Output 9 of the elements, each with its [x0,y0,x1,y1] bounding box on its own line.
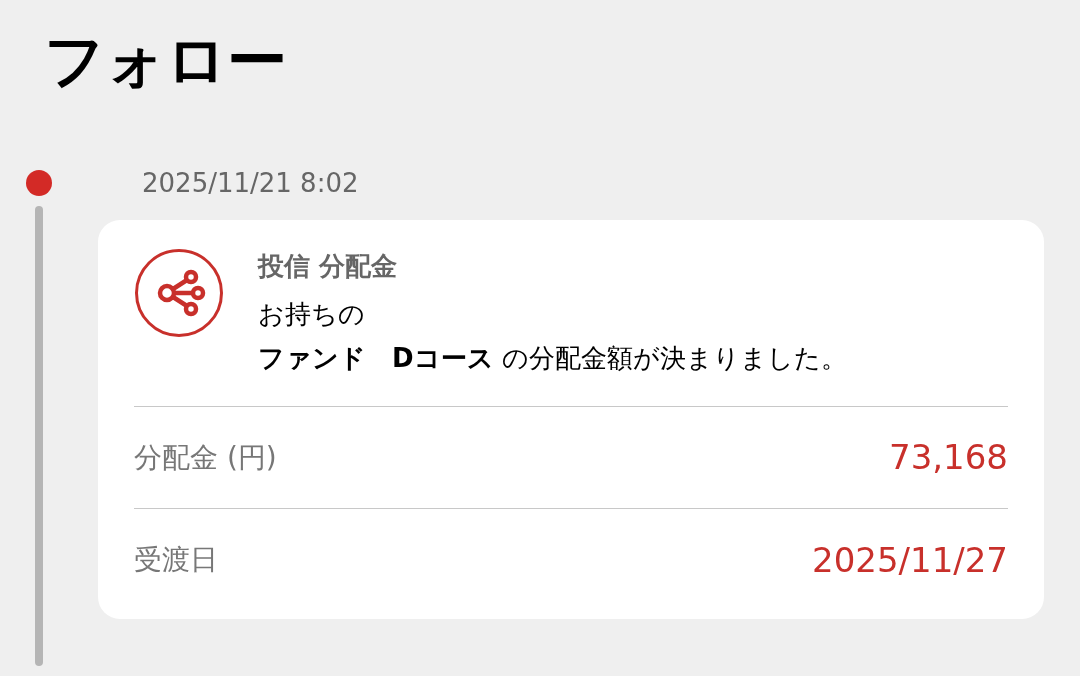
notification-message: お持ちの ファンド Dコース の分配金額が決まりました。 [258,298,847,375]
share-icon [134,248,224,338]
detail-value: 73,168 [889,436,1008,479]
event-time: 2025/11/21 8:02 [142,168,360,198]
detail-label: 受渡日 [134,542,218,578]
notification-category: 投信 分配金 [258,250,399,283]
page-title: フォロー [44,24,288,97]
detail-value: 2025/11/27 [812,538,1008,582]
detail-label: 分配金 (円) [134,439,277,476]
